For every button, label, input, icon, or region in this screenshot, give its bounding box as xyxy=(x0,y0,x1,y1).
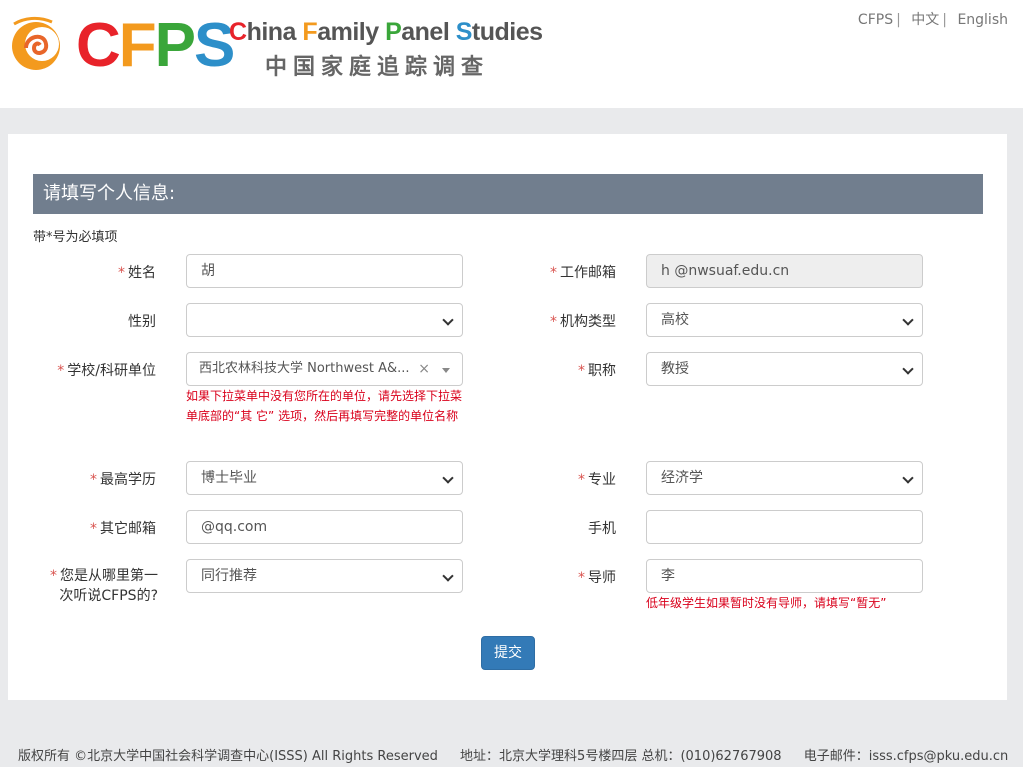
major-label: * 专业 xyxy=(578,472,616,488)
footer-copyright: 版权所有 ©北京大学中国社会科学调查中心(ISSS) All Rights Re… xyxy=(18,749,438,764)
link-cfps[interactable]: CFPS xyxy=(858,12,893,28)
degree-select[interactable]: 博士毕业 xyxy=(186,461,463,495)
logo-title-cn: 中国家庭追踪调查 xyxy=(265,55,490,80)
heard-from-label: * 您是从哪里第一次听说CFPS的? xyxy=(50,568,158,604)
work-email-label: * 工作邮箱 xyxy=(550,265,616,281)
required-note: 带*号为必填项 xyxy=(33,230,118,245)
work-email-input[interactable]: h @nwsuaf.edu.cn xyxy=(646,254,923,288)
degree-label: * 最高学历 xyxy=(90,472,156,488)
major-select[interactable]: 经济学 xyxy=(646,461,923,495)
name-input[interactable]: 胡 xyxy=(186,254,463,288)
school-label: * 学校/科研单位 xyxy=(57,363,156,379)
clear-selection-icon[interactable]: × xyxy=(418,353,430,385)
link-english[interactable]: English xyxy=(957,12,1008,28)
school-select[interactable]: 西北农林科技大学 Northwest A&... × xyxy=(186,352,463,386)
footer-email: 电子邮件：isss.cfps@pku.edu.cn xyxy=(803,749,1009,764)
gender-select[interactable] xyxy=(186,303,463,337)
other-email-input[interactable]: @qq.com xyxy=(186,510,463,544)
footer-address: 地址：北京大学理科5号楼四层 总机：(010)62767908 xyxy=(460,749,782,764)
site-footer: 版权所有 ©北京大学中国社会科学调查中心(ISSS) All Rights Re… xyxy=(18,745,1023,764)
advisor-label: * 导师 xyxy=(578,570,616,586)
cfps-logo-text: CFPS xyxy=(76,11,235,80)
other-email-label: * 其它邮箱 xyxy=(90,521,156,537)
job-title-label: * 职称 xyxy=(578,363,616,379)
school-selected-value: 西北农林科技大学 Northwest A&... xyxy=(199,361,410,376)
advisor-input[interactable]: 李 xyxy=(646,559,923,593)
school-hint: 如果下拉菜单中没有您所在的单位，请先选择下拉菜单底部的“其 它” 选项，然后再填… xyxy=(186,389,463,423)
heard-from-select[interactable]: 同行推荐 xyxy=(186,559,463,593)
org-type-label: * 机构类型 xyxy=(550,314,616,330)
dropdown-arrow-icon[interactable] xyxy=(442,368,450,373)
site-header: CFPS China Family Panel Studies 中国家庭追踪调查… xyxy=(0,0,1023,108)
advisor-hint: 低年级学生如果暂时没有导师，请填写“暂无” xyxy=(646,596,887,610)
form-title: 请填写个人信息: xyxy=(33,174,983,214)
logo-title-en: China Family Panel Studies xyxy=(229,18,543,46)
link-chinese[interactable]: 中文 xyxy=(911,12,939,28)
form-panel: 请填写个人信息: 带*号为必填项 * 姓名 胡 性别 * 学校/科研单位 西北农林科… xyxy=(8,134,1007,700)
job-title-select[interactable]: 教授 xyxy=(646,352,923,386)
phone-label: 手机 xyxy=(588,521,616,537)
name-label: * 姓名 xyxy=(118,265,156,281)
cfps-swirl-logo-icon xyxy=(12,16,60,70)
language-links: CFPS | 中文 | English xyxy=(857,12,1008,28)
submit-button[interactable]: 提交 xyxy=(481,636,535,670)
gender-label: 性别 xyxy=(128,314,156,330)
org-type-select[interactable]: 高校 xyxy=(646,303,923,337)
phone-input[interactable] xyxy=(646,510,923,544)
